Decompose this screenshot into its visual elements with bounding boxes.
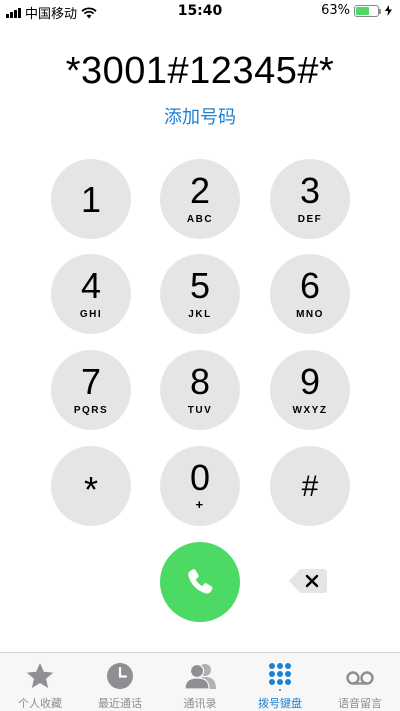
battery-icon [354,4,381,17]
key-9[interactable]: 9 WXYZ [270,350,350,430]
key-star[interactable]: * [51,446,131,526]
key-digit: 6 [299,265,321,306]
key-letters: DEF [297,214,323,225]
key-digit: 7 [80,361,102,402]
key-letters: TUV [187,405,213,416]
key-8[interactable]: 8 TUV [160,350,240,430]
tab-label: 最近通话 [98,697,142,710]
charging-bolt-icon [385,5,392,16]
tab-contacts[interactable]: 通讯录 [160,653,240,711]
key-0[interactable]: 0 + [160,446,240,526]
key-digit: # [301,470,319,503]
clock-icon [107,663,133,689]
voicemail-icon [346,671,374,685]
add-number-link[interactable]: 添加号码 [0,103,400,129]
key-letters: GHI [79,309,103,320]
phone-icon [188,569,213,594]
tab-label: 个人收藏 [18,697,62,710]
key-5[interactable]: 5 JKL [160,254,240,334]
status-bar-right: 63% [321,3,392,18]
key-1[interactable]: 1 [51,159,131,239]
key-hash[interactable]: # [270,446,350,526]
battery-percent: 63% [321,3,350,18]
key-digit: 0 [189,457,211,498]
key-digit: * [83,469,98,510]
key-letters: + [195,497,205,512]
tab-favorites[interactable]: 个人收藏 [0,653,80,711]
key-letters: PQRS [73,405,109,416]
tab-recents[interactable]: 最近通话 [80,653,160,711]
call-button[interactable] [160,542,240,622]
key-digit: 9 [299,361,321,402]
status-bar: 中国移动 15:40 63% [0,0,400,24]
key-letters: JKL [188,309,212,320]
key-7[interactable]: 7 PQRS [51,350,131,430]
dialed-number: *3001#12345#* [65,50,335,92]
key-letters: ABC [186,214,214,225]
key-6[interactable]: 6 MNO [270,254,350,334]
key-digit: 3 [299,170,321,211]
star-icon [26,663,54,688]
key-4[interactable]: 4 GHI [51,254,131,334]
tab-label: 拨号键盘 [258,697,302,710]
key-digit: 5 [189,265,211,306]
backspace-icon [289,569,327,593]
contacts-icon [185,663,216,690]
tab-label: 语音留言 [338,697,382,710]
key-digit: 8 [189,361,211,402]
tab-voicemail[interactable]: 语音留言 [320,653,400,711]
keypad-icon [269,663,291,691]
tab-label: 通讯录 [183,697,217,710]
key-digit: 1 [80,179,102,220]
key-letters: WXYZ [292,405,328,416]
tab-bar: 个人收藏 最近通话 通讯录 拨号键盘 语音留言 [0,652,400,711]
key-digit: 2 [189,170,211,211]
battery-level [356,6,370,15]
backspace-button[interactable] [288,568,328,594]
key-digit: 4 [80,265,102,306]
tab-keypad[interactable]: 拨号键盘 [240,653,320,711]
key-letters: MNO [296,309,324,320]
key-2[interactable]: 2 ABC [160,159,240,239]
key-3[interactable]: 3 DEF [270,159,350,239]
